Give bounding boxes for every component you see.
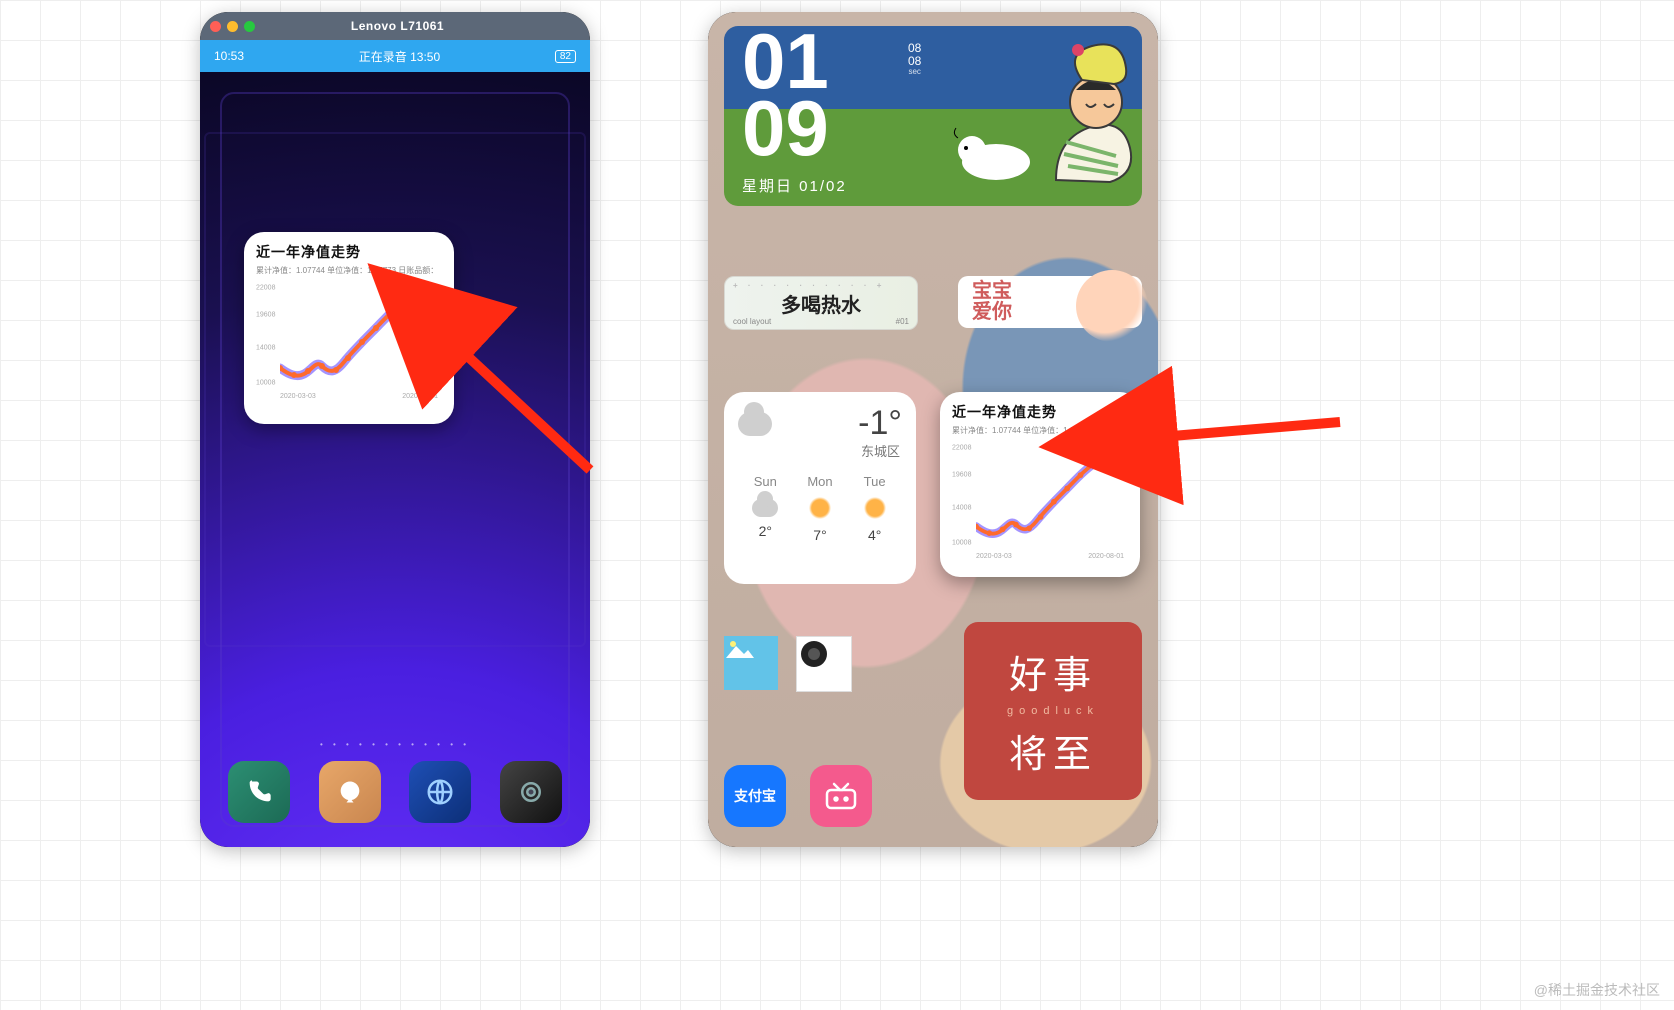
minimize-icon[interactable]	[227, 21, 238, 32]
annotation-arrow-left	[430, 320, 610, 490]
window-title: Lenovo L71061	[261, 19, 534, 33]
status-time: 10:53	[214, 49, 244, 63]
clock-mini: 08 08 sec	[908, 42, 921, 77]
weekday-label: 星期日 01/02	[742, 175, 847, 196]
widget-title: 近一年净值走势	[256, 242, 442, 262]
phone-app-icon[interactable]	[228, 761, 290, 823]
widget-subtitle: 累计净值：1.07744 单位净值：1.07773 日账品额：	[952, 425, 1128, 436]
phone-screen-right: 01 09 08 08 sec 星期日 01/02	[708, 12, 1158, 847]
close-icon[interactable]	[210, 21, 221, 32]
status-bar: 10:53 正在录音 13:50 82	[200, 40, 590, 72]
cloud-icon	[752, 499, 778, 517]
gallery-app-icon[interactable]	[724, 636, 778, 690]
widget-chart: 22008 19608 14008 10008 2020-03-03 2020-…	[952, 442, 1128, 552]
current-temp: -1°	[858, 404, 902, 443]
watermark: @稀土掘金技术社区	[1534, 980, 1660, 1000]
finance-widget[interactable]: 近一年净值走势 累计净值：1.07744 单位净值：1.07773 日账品额： …	[940, 392, 1140, 577]
drink-water-sticker[interactable]: + · · · · · · · · · · + 多喝热水 cool layout…	[724, 276, 918, 330]
alipay-app-icon[interactable]: 支付宝	[724, 765, 786, 827]
calendar-widget[interactable]: 01 09 08 08 sec 星期日 01/02	[724, 26, 1142, 206]
mid-icon-row	[724, 636, 852, 692]
camera-lens-icon[interactable]	[796, 636, 852, 692]
messages-app-icon[interactable]	[319, 761, 381, 823]
line-chart-icon	[280, 282, 440, 392]
shinchan-illustration-icon	[936, 30, 1136, 200]
sun-icon	[807, 495, 833, 521]
line-chart-icon	[976, 442, 1128, 552]
phone-frame-right: 01 09 08 08 sec 星期日 01/02	[708, 12, 1158, 847]
cloud-icon	[738, 412, 772, 436]
camera-app-icon[interactable]	[500, 761, 562, 823]
baby-love-sticker[interactable]: 宝宝 爱你	[958, 276, 1142, 328]
goodluck-card[interactable]: 好事 goodluck 将至	[964, 622, 1142, 800]
widget-title: 近一年净值走势	[952, 402, 1128, 422]
status-recording: 正在录音 13:50	[244, 48, 555, 65]
battery-icon: 82	[555, 50, 576, 63]
browser-app-icon[interactable]	[409, 761, 471, 823]
maximize-icon[interactable]	[244, 21, 255, 32]
sun-icon	[862, 495, 888, 521]
weather-widget[interactable]: -1° 东城区 Sun2° Mon7° Tue4°	[724, 392, 916, 584]
dock: 支付宝	[724, 765, 872, 827]
finance-widget[interactable]: 近一年净值走势 累计净值：1.07744 单位净值：1.07773 日账品额： …	[244, 232, 454, 424]
weather-location: 东城区	[738, 441, 900, 460]
bilibili-app-icon[interactable]	[810, 765, 872, 827]
widget-subtitle: 累计净值：1.07744 单位净值：1.07773 日账品额：	[256, 265, 442, 276]
big-date: 01 09	[742, 28, 829, 162]
dock	[200, 747, 590, 837]
sun-gradient-icon	[1076, 270, 1148, 342]
widget-chart: 22008 19608 14008 10008 2020-03-03 2020-…	[256, 282, 442, 392]
emulator-titlebar: Lenovo L71061	[200, 12, 590, 40]
annotation-arrow-right	[1130, 390, 1350, 470]
